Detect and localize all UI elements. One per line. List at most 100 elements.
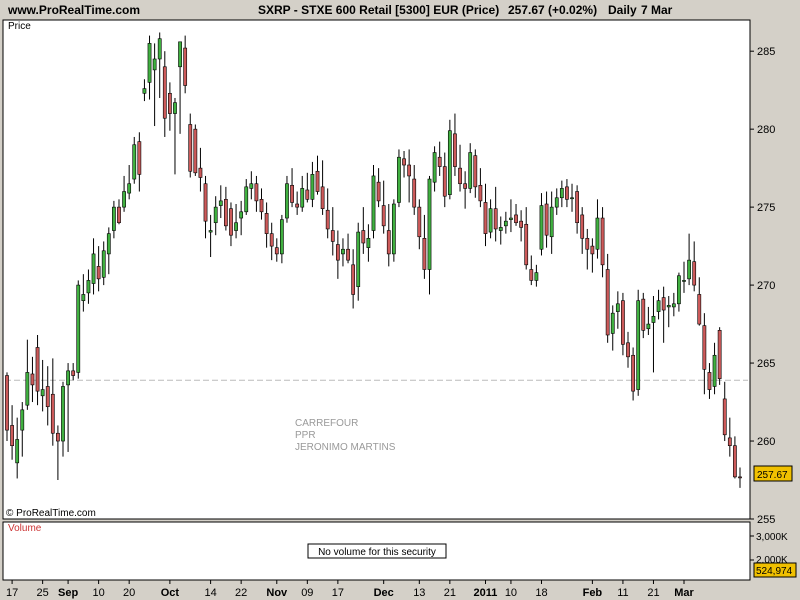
- candle-body-down: [661, 297, 666, 311]
- candle-body-down: [707, 372, 712, 390]
- date-tick-label: Sep: [58, 587, 78, 599]
- candle-body-down: [585, 238, 590, 250]
- no-volume-message: No volume for this security: [318, 547, 436, 558]
- candle-body-up: [157, 38, 162, 60]
- candle-body-up: [173, 102, 177, 114]
- candle-body-up: [468, 152, 473, 189]
- candle-body-up: [300, 188, 305, 208]
- candle-body-up: [498, 227, 503, 231]
- candle-body-down: [96, 266, 101, 280]
- chart-canvas[interactable]: Price 255 260 265 270 275 280 285 CARREFOUR PP…: [0, 0, 800, 600]
- annotation-2: PPR: [295, 430, 316, 441]
- candle-body-up: [66, 370, 70, 386]
- date-tick-label: 25: [37, 587, 49, 599]
- date-tick-label: 20: [123, 587, 135, 599]
- candle-body-down: [590, 245, 595, 255]
- candle-body-up: [213, 206, 218, 224]
- candle-body-up: [356, 231, 361, 287]
- date-tick-label: 09: [301, 587, 313, 599]
- candle-body-up: [432, 152, 437, 183]
- candle-body-down: [575, 191, 579, 224]
- candle: [193, 124, 198, 176]
- candle-body-up: [279, 219, 284, 255]
- candle-body-down: [605, 269, 610, 336]
- candle-body-down: [198, 167, 203, 178]
- last-volume-tag: 524,974: [753, 562, 797, 578]
- candle-body-up: [20, 409, 25, 431]
- candle-body-down: [295, 203, 300, 208]
- date-tick-label: 11: [617, 587, 628, 599]
- date-tick-label: 10: [93, 587, 105, 599]
- candle: [391, 199, 396, 262]
- candle-body-up: [671, 303, 676, 308]
- candle-body-up: [310, 174, 315, 200]
- candle-body-up: [682, 280, 686, 282]
- volume-panel-label: Volume: [8, 523, 42, 534]
- candle-body-up: [178, 41, 182, 68]
- candle-body-down: [351, 264, 356, 295]
- candle-body-down: [493, 208, 498, 230]
- candle-body-down: [315, 170, 320, 192]
- candle-body-up: [112, 206, 116, 231]
- price-panel-label: Price: [8, 21, 31, 32]
- date-tick-label: 14: [204, 587, 216, 599]
- candle-body-up: [651, 315, 656, 323]
- candle-body-up: [503, 220, 508, 227]
- candle-body-up: [76, 284, 81, 373]
- candle-body-down: [335, 244, 340, 261]
- candle-body-down: [407, 164, 412, 177]
- candle-body-up: [636, 300, 641, 390]
- candle-body-down: [259, 199, 264, 213]
- candle-body-down: [5, 375, 9, 431]
- annotation-1: CARREFOUR: [295, 418, 358, 429]
- candle-body-up: [559, 188, 564, 199]
- candle-body-down: [458, 167, 462, 185]
- date-tick-label: Feb: [583, 587, 603, 599]
- candle-body-up: [610, 312, 615, 334]
- candle-body-down: [183, 47, 188, 86]
- date-tick-label: 21: [647, 587, 659, 599]
- candle-body-down: [631, 354, 635, 392]
- candle-body-up: [595, 217, 600, 250]
- candle-body-down: [162, 66, 167, 119]
- candle-body-down: [229, 208, 233, 236]
- candle-body-down: [168, 92, 172, 114]
- price-axis: 255 260 265 270 275 280 285: [750, 46, 775, 526]
- candle-body-down: [727, 437, 732, 447]
- date-axis: 17 25 Sep 10 20 Oct 14 22 Nov 09 17 Dec 13 21 2011 10 18…: [6, 580, 695, 599]
- date-tick-label: 2011: [474, 587, 498, 599]
- candle-body-up: [239, 211, 244, 219]
- candle: [397, 149, 401, 208]
- candle-body-down: [402, 158, 406, 166]
- candle-body-down: [621, 300, 625, 345]
- date-tick-label: 17: [332, 587, 344, 599]
- candle-body-down: [346, 248, 350, 261]
- candle-body-down: [626, 342, 630, 358]
- candle-body-down: [483, 202, 488, 234]
- price-tick-label: 265: [757, 358, 775, 370]
- candle-body-up: [91, 253, 96, 284]
- price-tick-label: 285: [757, 46, 775, 58]
- candle-body-down: [56, 432, 60, 442]
- candle-body-up: [656, 300, 661, 312]
- price-tick-label: 260: [757, 436, 775, 448]
- candle-body-up: [285, 183, 289, 219]
- candle-body-up: [371, 175, 376, 231]
- candle-body-up: [341, 248, 345, 255]
- candle-body-down: [412, 178, 417, 208]
- candle-body-up: [666, 305, 671, 308]
- candle-body-down: [544, 203, 549, 236]
- candle-body-up: [539, 205, 544, 250]
- date-tick-label: 10: [505, 587, 517, 599]
- candle-body-down: [422, 238, 427, 270]
- candle-body-up: [534, 272, 539, 281]
- candle-body-down: [697, 294, 702, 325]
- candle-body-down: [224, 199, 228, 227]
- candle-body-up: [61, 386, 65, 442]
- candle-body-down: [641, 298, 646, 331]
- candle-body-up: [244, 186, 249, 213]
- candle-body-down: [565, 186, 569, 200]
- candle-body-down: [361, 230, 366, 244]
- candle-body-down: [580, 214, 585, 239]
- candle-body-down: [524, 223, 529, 266]
